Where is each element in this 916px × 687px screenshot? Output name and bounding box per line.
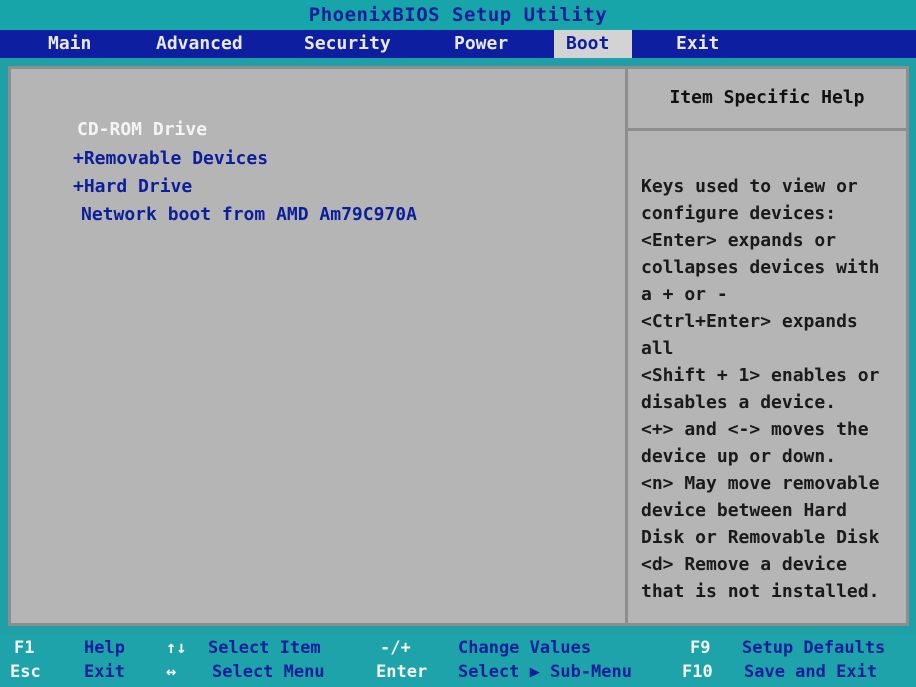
help-line: <Ctrl+Enter> expands [641,311,858,332]
footer-desc-exit: Exit [84,662,125,682]
tab-advanced[interactable]: Advanced [144,30,255,58]
help-line: Keys used to view or [641,176,858,197]
boot-item-removable-devices[interactable]: +Removable Devices [73,148,268,169]
boot-item-hard-drive[interactable]: +Hard Drive [73,176,192,197]
help-header-divider [628,128,906,131]
footer-desc-setup-defaults: Setup Defaults [742,638,886,658]
boot-item-network[interactable]: Network boot from AMD Am79C970A [81,204,417,225]
help-line: device up or down. [641,446,837,467]
tab-security[interactable]: Security [292,30,403,58]
help-title: Item Specific Help [669,87,865,108]
menu-bar: Main Advanced Security Power Boot Exit [0,30,916,58]
help-line: collapses devices with [641,257,880,278]
tab-main[interactable]: Main [36,30,103,58]
footer-desc-select-menu: Select Menu [212,662,325,682]
help-line: configure devices: [641,203,837,224]
help-line: that is not installed. [641,581,880,602]
footer-desc-select-item: Select Item [208,638,321,658]
help-line: disables a device. [641,392,837,413]
help-line: a + or - [641,284,728,305]
help-text: Keys used to view or configure devices: … [641,173,906,605]
help-line: <d> Remove a device [641,554,847,575]
footer-desc-save-and-exit: Save and Exit [744,662,878,682]
footer-key-up-down: ↑↓ [166,638,187,658]
help-line: device between Hard [641,500,847,521]
footer-desc-help: Help [84,638,125,658]
footer-key-f9: F9 [690,638,711,658]
footer-key-esc: Esc [10,662,41,682]
window-title: PhoenixBIOS Setup Utility [0,0,916,30]
panel-divider [625,69,628,623]
boot-item-cdrom[interactable]: CD-ROM Drive [77,119,207,140]
footer-desc-change-values: Change Values [458,638,592,658]
key-legend-footer: F1 Help ↑↓ Select Item -/+ Change Values… [0,634,916,687]
help-line: Disk or Removable Disk [641,527,880,548]
help-line: <n> May move removable [641,473,880,494]
setup-panel: CD-ROM Drive +Removable Devices +Hard Dr… [8,66,909,626]
help-line: <+> and <-> moves the [641,419,869,440]
footer-key-minus-plus: -/+ [380,638,411,658]
footer-desc-select-sub-menu: Select ▶ Sub-Menu [458,662,632,682]
help-line: <Shift + 1> enables or [641,365,880,386]
tab-power[interactable]: Power [442,30,520,58]
tab-boot[interactable]: Boot [554,30,632,58]
boot-order-list: CD-ROM Drive +Removable Devices +Hard Dr… [11,69,625,623]
footer-key-enter: Enter [376,662,428,682]
footer-key-left-right: ↔ [166,662,177,682]
help-line: <Enter> expands or [641,230,837,251]
tab-exit[interactable]: Exit [664,30,731,58]
footer-key-f10: F10 [682,662,713,682]
help-line: all [641,338,674,359]
footer-key-f1: F1 [14,638,35,658]
